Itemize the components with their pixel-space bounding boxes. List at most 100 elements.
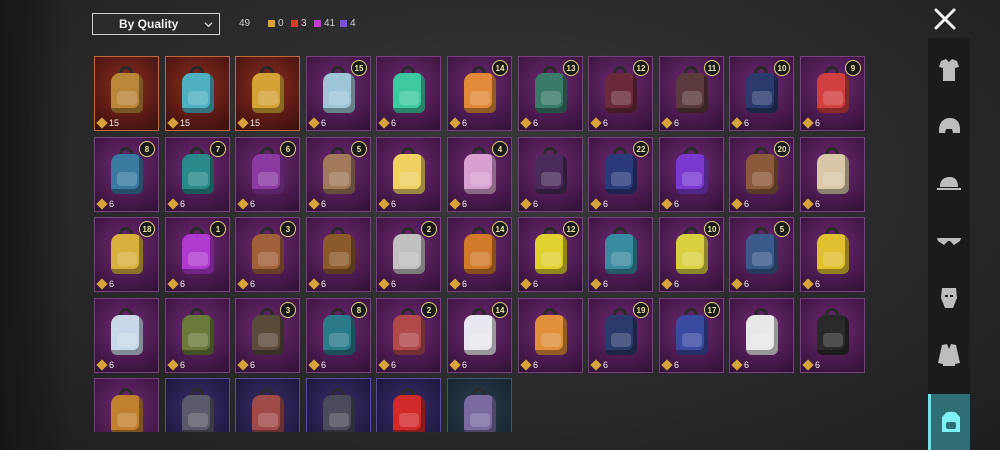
currency-icon — [661, 278, 673, 290]
item-cost: 6 — [308, 117, 326, 129]
backpack-item[interactable]: 56 — [729, 217, 794, 292]
backpack-item[interactable]: 6 — [800, 217, 865, 292]
backpack-item[interactable]: 6 — [376, 137, 441, 212]
currency-icon — [449, 278, 461, 290]
item-cost-value: 6 — [462, 360, 468, 370]
backpack-item[interactable]: 86 — [94, 137, 159, 212]
backpack-item[interactable]: 10 6 — [729, 56, 794, 131]
backpack-item[interactable]: 6 — [729, 298, 794, 373]
backpack-item[interactable]: 36 — [235, 298, 300, 373]
currency-icon — [167, 117, 179, 129]
item-cost-value: 6 — [815, 279, 821, 289]
backpack-item[interactable]: 14 6 — [447, 56, 512, 131]
backpack-image — [248, 65, 288, 117]
sort-dropdown[interactable]: By Quality — [92, 13, 220, 35]
backpack-item[interactable]: 76 — [165, 137, 230, 212]
tab-jacket[interactable] — [928, 327, 970, 383]
backpack-item[interactable]: 6 — [800, 137, 865, 212]
currency-icon — [731, 278, 743, 290]
backpack-item[interactable]: 6 — [165, 298, 230, 373]
currency-icon — [590, 117, 602, 129]
backpack-item[interactable]: 6 — [94, 378, 159, 432]
backpack-item[interactable]: 10 6 — [659, 217, 724, 292]
item-cost-value: 6 — [674, 199, 680, 209]
backpack-item[interactable]: 18 6 — [94, 217, 159, 292]
backpack-item[interactable]: 86 — [306, 298, 371, 373]
item-cost-value: 6 — [744, 360, 750, 370]
currency-icon — [308, 278, 320, 290]
backpack-item[interactable]: 15 — [94, 56, 159, 131]
backpack-item[interactable]: 46 — [447, 137, 512, 212]
item-cost: 6 — [661, 117, 679, 129]
backpack-item[interactable] — [165, 378, 230, 432]
backpack-item[interactable]: 6 — [518, 298, 583, 373]
tab-cap[interactable] — [928, 156, 970, 212]
currency-icon — [167, 278, 179, 290]
backpack-item[interactable] — [306, 378, 371, 432]
backpack-item[interactable]: 16 — [165, 217, 230, 292]
backpack-item[interactable] — [235, 378, 300, 432]
backpack-item[interactable]: 6 — [518, 137, 583, 212]
level-badge: 4 — [492, 141, 508, 157]
backpack-item[interactable]: 22 6 — [588, 137, 653, 212]
backpack-item[interactable]: 6 — [588, 217, 653, 292]
item-cost-value: 6 — [603, 360, 609, 370]
close-icon[interactable] — [932, 6, 958, 32]
backpack-item[interactable]: 96 — [800, 56, 865, 131]
backpack-item[interactable]: 6 — [376, 56, 441, 131]
quality-swatch — [340, 20, 347, 27]
backpack-item[interactable]: 19 6 — [588, 298, 653, 373]
level-badge: 14 — [492, 221, 508, 237]
item-cost-value: 6 — [321, 360, 327, 370]
backpack-item[interactable]: 20 6 — [729, 137, 794, 212]
currency-icon — [449, 117, 461, 129]
item-cost: 6 — [520, 117, 538, 129]
backpack-item[interactable]: 11 6 — [659, 56, 724, 131]
backpack-item[interactable]: 15 — [165, 56, 230, 131]
backpack-item[interactable]: 56 — [306, 137, 371, 212]
currency-icon — [520, 198, 532, 210]
currency-icon — [731, 198, 743, 210]
tab-helmet[interactable] — [928, 99, 970, 155]
item-cost: 6 — [96, 278, 114, 290]
level-badge: 9 — [845, 60, 861, 76]
backpack-item[interactable]: 36 — [235, 217, 300, 292]
backpack-item[interactable]: 12 6 — [518, 217, 583, 292]
item-cost-value: 6 — [462, 279, 468, 289]
backpack-icon — [941, 411, 960, 432]
backpack-item[interactable] — [447, 378, 512, 432]
backpack-item[interactable]: 17 6 — [659, 298, 724, 373]
backpack-item[interactable]: 6 — [306, 217, 371, 292]
mask-icon — [941, 288, 957, 308]
currency-icon — [449, 198, 461, 210]
backpack-item[interactable]: 6 — [800, 298, 865, 373]
backpack-image — [178, 307, 218, 359]
backpack-item[interactable]: 6 — [94, 298, 159, 373]
backpack-image — [531, 307, 571, 359]
backpack-item[interactable]: 14 6 — [447, 298, 512, 373]
backpack-item[interactable]: 26 — [376, 298, 441, 373]
item-cost: 6 — [802, 198, 820, 210]
backpack-item[interactable]: 6 — [659, 137, 724, 212]
level-badge: 11 — [704, 60, 720, 76]
backpack-item[interactable] — [376, 378, 441, 432]
backpack-image — [601, 226, 641, 278]
backpack-item[interactable]: 66 — [235, 137, 300, 212]
backpack-item[interactable]: 12 6 — [588, 56, 653, 131]
currency-icon — [237, 198, 249, 210]
item-cost: 6 — [449, 278, 468, 290]
backpack-item[interactable]: 15 6 — [306, 56, 371, 131]
backpack-item[interactable]: 13 6 — [518, 56, 583, 131]
tab-backpack[interactable] — [928, 394, 970, 450]
tab-glasses[interactable] — [928, 213, 970, 269]
backpack-item[interactable]: 14 6 — [447, 217, 512, 292]
outfit-icon — [939, 59, 959, 81]
currency-icon — [378, 198, 390, 210]
tab-mask[interactable] — [928, 270, 970, 326]
item-cost-value: 6 — [674, 360, 680, 370]
backpack-grid: 15 15 15 15 6 6 14 6 13 6 12 6 11 6 10 6 9 6 8 6 7 6 6 6 5 6 6 4 6 6 2… — [94, 56, 922, 432]
tab-outfit[interactable] — [928, 42, 970, 98]
level-badge: 22 — [633, 141, 649, 157]
backpack-item[interactable]: 15 — [235, 56, 300, 131]
backpack-item[interactable]: 26 — [376, 217, 441, 292]
